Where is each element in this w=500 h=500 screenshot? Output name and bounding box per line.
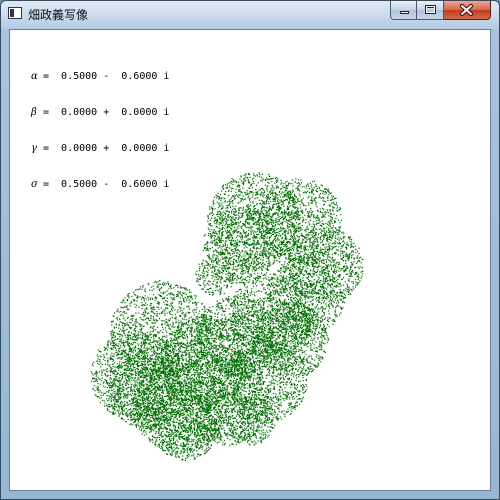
app-window: 畑政義写像 α = 0.5000 - 0.6000 i β = 0.0000 + 0… [0, 0, 500, 500]
maximize-icon [425, 5, 436, 14]
close-button[interactable] [444, 1, 491, 20]
fractal-image [90, 172, 364, 462]
maximize-button[interactable] [417, 1, 444, 20]
fractal-points [90, 172, 364, 462]
window-icon[interactable] [8, 7, 22, 19]
fractal-dots [90, 172, 364, 462]
minimize-icon [400, 11, 409, 14]
minimize-button[interactable] [390, 1, 417, 20]
window-title: 畑政義写像 [28, 8, 89, 22]
drawing-area: α = 0.5000 - 0.6000 i β = 0.0000 + 0.0000 … [9, 29, 491, 491]
close-icon [460, 4, 473, 16]
